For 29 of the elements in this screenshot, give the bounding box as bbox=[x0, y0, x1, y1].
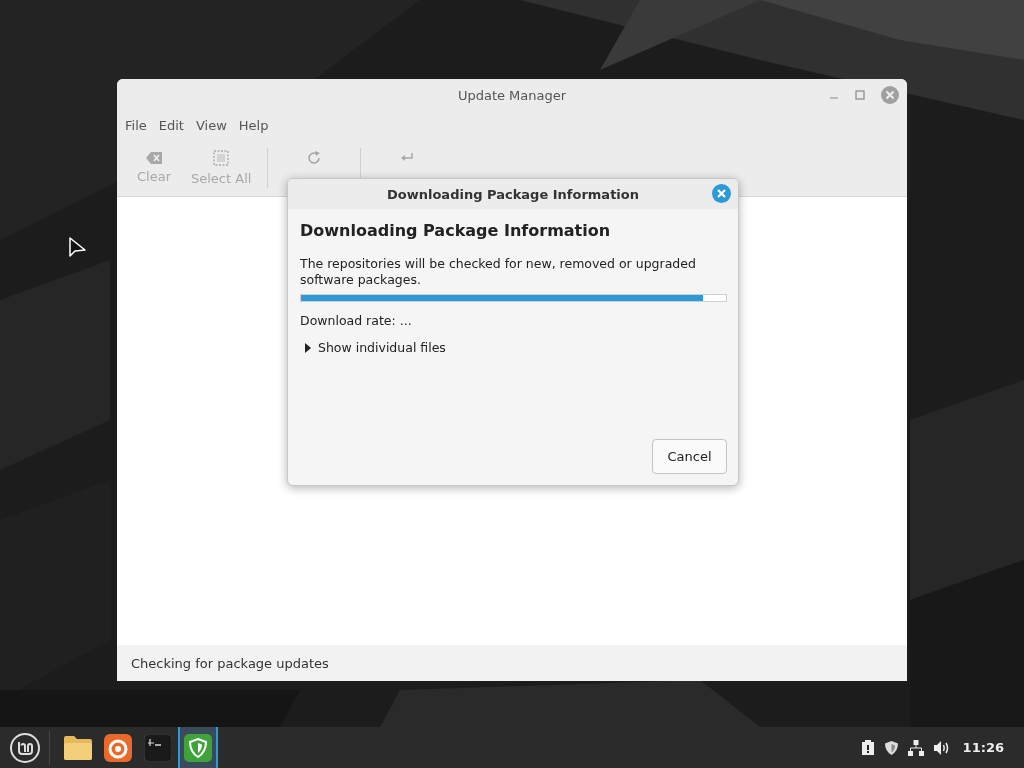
volume-icon[interactable] bbox=[932, 739, 951, 756]
dialog-title: Downloading Package Information bbox=[387, 186, 639, 202]
download-rate-text: Download rate: ... bbox=[300, 313, 413, 328]
enter-icon bbox=[400, 152, 415, 164]
start-menu-icon[interactable] bbox=[9, 731, 41, 764]
menu-item[interactable]: View bbox=[189, 116, 233, 135]
clock[interactable]: 11:26 bbox=[962, 740, 1004, 755]
dialog-message: The repositories will be checked for new, removed or upgraded software packages. bbox=[300, 256, 697, 288]
selection-icon bbox=[213, 150, 230, 166]
expander[interactable]: Show individual files bbox=[300, 340, 446, 355]
taskbar-app[interactable] bbox=[178, 727, 218, 768]
expander-arrow-icon bbox=[304, 342, 312, 353]
dialog-heading: Downloading Package Information bbox=[300, 221, 612, 240]
menu-item[interactable]: File bbox=[119, 116, 153, 135]
cursor-icon bbox=[69, 237, 87, 259]
close-icon[interactable] bbox=[712, 184, 731, 203]
window-title: Update Manager bbox=[457, 87, 567, 103]
clipboard-alert-icon[interactable] bbox=[860, 739, 875, 756]
shield-icon[interactable] bbox=[883, 739, 899, 756]
backspace-icon bbox=[146, 152, 162, 164]
shield-icon bbox=[184, 733, 212, 762]
terminal-icon bbox=[144, 733, 172, 762]
network-icon[interactable] bbox=[907, 739, 924, 756]
fox-icon bbox=[104, 733, 132, 762]
menu-item[interactable]: Edit bbox=[152, 116, 190, 135]
folder-icon bbox=[63, 734, 93, 761]
cancel-button[interactable]: Cancel bbox=[652, 439, 727, 474]
menu-item[interactable]: Help bbox=[232, 116, 275, 135]
refresh-icon bbox=[306, 150, 323, 166]
